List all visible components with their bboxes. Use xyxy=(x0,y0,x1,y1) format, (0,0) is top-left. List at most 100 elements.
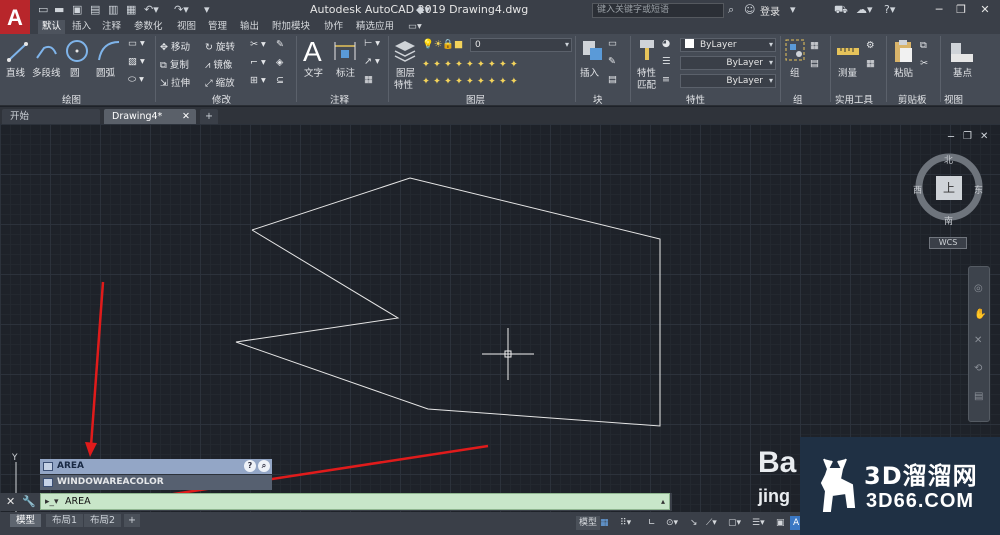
login-dropdown-icon[interactable]: ▾ xyxy=(790,3,796,17)
tab-addins[interactable]: 附加模块 xyxy=(268,20,314,34)
groups-group-label[interactable]: 组 xyxy=(793,92,803,106)
insert-block-icon[interactable] xyxy=(580,38,604,64)
block-group-label[interactable]: 块 xyxy=(593,92,603,106)
dimension-icon[interactable] xyxy=(333,40,357,64)
offset-icon[interactable]: ⊆ xyxy=(276,75,284,86)
ungroup-icon[interactable]: ▦ xyxy=(810,40,819,51)
copy-clip-icon[interactable]: ⧉ xyxy=(920,40,927,51)
quick-access-menu-icon[interactable]: ▾ xyxy=(204,3,210,17)
layer-tools-row1-icons[interactable]: ✦ ✦ ✦ ✦ ✦ ✦ ✦ ✦ ✦ xyxy=(422,59,518,70)
layers-group-label[interactable]: 图层 xyxy=(466,92,485,106)
viewport-restore-icon[interactable]: ❐ xyxy=(963,131,972,142)
utilities-group-label[interactable]: 实用工具 xyxy=(835,92,873,106)
viewcube-top-face[interactable]: 上 xyxy=(936,176,962,200)
layer-properties-label-2[interactable]: 特性 xyxy=(394,77,413,91)
base-point-icon[interactable] xyxy=(948,40,976,64)
layout-tab-layout2[interactable]: 布局2 xyxy=(84,514,122,527)
help-icon[interactable]: ? xyxy=(244,460,256,472)
steering-wheel-icon[interactable]: ◎ xyxy=(974,283,983,294)
leader-icon[interactable]: ↗ ▾ xyxy=(364,56,380,67)
application-menu-button[interactable]: A xyxy=(0,0,30,38)
color-wheel-icon[interactable]: ◕ xyxy=(662,38,670,49)
paste-icon[interactable] xyxy=(892,38,914,64)
layer-tools-row2-icons[interactable]: ✦ ✦ ✦ ✦ ✦ ✦ ✦ ✦ ✦ xyxy=(422,76,518,87)
circle-icon[interactable] xyxy=(64,38,90,64)
create-block-icon[interactable]: ▭ xyxy=(608,38,617,49)
object-snap-tracking-icon[interactable]: ⟋▾ xyxy=(706,516,717,530)
lineweight-dropdown[interactable]: ByLayer ▾ xyxy=(680,74,776,88)
new-file-icon[interactable]: ▭ xyxy=(38,3,48,17)
autocomplete-item-windowareacolor[interactable]: WINDOWAREACOLOR xyxy=(40,475,272,490)
zoom-extents-icon[interactable]: ✕ xyxy=(974,335,982,346)
user-icon[interactable]: ☺ xyxy=(744,3,755,17)
command-line-close-icon[interactable]: ✕ xyxy=(6,495,15,508)
layout-tab-model[interactable]: 模型 xyxy=(10,514,42,527)
viewcube-south[interactable]: 南 xyxy=(944,214,953,227)
restore-icon[interactable]: ❐ xyxy=(952,2,970,17)
fillet-icon[interactable]: ⌐ ▾ xyxy=(250,57,266,68)
linetype-icon[interactable]: ≡ xyxy=(662,74,670,85)
stretch-button[interactable]: ⇲ 拉伸 xyxy=(160,75,190,89)
erase-icon[interactable]: ✎ xyxy=(276,39,284,50)
autocomplete-item-area[interactable]: AREA ? ⌕ xyxy=(40,459,272,474)
tab-extra-icon[interactable]: ▭▾ xyxy=(404,20,426,34)
polyline-icon[interactable] xyxy=(34,40,60,64)
linetype-dropdown[interactable]: ByLayer ▾ xyxy=(680,56,776,70)
multileader-icon[interactable]: ⊢ ▾ xyxy=(364,38,380,49)
edit-block-icon[interactable]: ✎ xyxy=(608,56,616,67)
command-history-icon[interactable]: ▴ xyxy=(661,494,665,509)
navigation-bar[interactable]: ◎ ✋ ✕ ⟲ ▤ xyxy=(968,266,990,422)
rotate-button[interactable]: ↻ 旋转 xyxy=(205,39,235,53)
tab-featured-apps[interactable]: 精选应用 xyxy=(352,20,398,34)
polygon-outline[interactable] xyxy=(235,177,661,427)
help-icon[interactable]: ?▾ xyxy=(884,3,895,17)
orbit-icon[interactable]: ⟲ xyxy=(974,363,982,374)
viewport-minimize-icon[interactable]: ─ xyxy=(948,132,954,143)
snap-icon[interactable]: ⠿▾ xyxy=(620,516,631,530)
viewcube-north[interactable]: 北 xyxy=(944,153,953,166)
layer-state-icons[interactable]: 💡☀🔒■ xyxy=(422,39,463,50)
close-tab-icon[interactable]: ✕ xyxy=(182,109,190,124)
cut-icon[interactable]: ✂ xyxy=(920,58,928,69)
properties-group-label[interactable]: 特性 xyxy=(686,92,705,106)
store-icon[interactable]: ⛟ xyxy=(834,3,848,17)
scale-button[interactable]: ⤢ 缩放 xyxy=(205,75,235,89)
command-line-settings-icon[interactable]: 🔧 xyxy=(22,495,36,508)
color-dropdown[interactable]: ByLayer ▾ xyxy=(680,38,776,52)
match-properties-label-2[interactable]: 匹配 xyxy=(637,77,656,91)
arc-icon[interactable] xyxy=(96,38,122,64)
match-properties-icon[interactable] xyxy=(637,38,659,62)
table-icon[interactable]: ▦ xyxy=(364,74,373,85)
add-layout-button[interactable]: + xyxy=(124,514,140,527)
tab-annotate[interactable]: 注释 xyxy=(98,20,125,34)
command-prompt-icon[interactable]: ▸_▾ xyxy=(45,495,59,510)
measure-icon[interactable] xyxy=(836,40,860,62)
base-point-label[interactable]: 基点 xyxy=(953,65,972,79)
layer-dropdown[interactable]: 0 ▾ xyxy=(470,38,572,52)
file-tab-start[interactable]: 开始 xyxy=(2,109,100,124)
save-icon[interactable]: ▣ xyxy=(72,3,82,17)
polar-icon[interactable]: ⊙▾ xyxy=(666,516,678,530)
redo-icon[interactable]: ↷▾ xyxy=(174,3,189,17)
a360-icon[interactable]: ☁▾ xyxy=(856,3,873,17)
group-label[interactable]: 组 xyxy=(790,65,800,79)
new-tab-button[interactable]: + xyxy=(200,109,218,124)
group-edit-icon[interactable]: ▤ xyxy=(810,58,819,69)
save-as-icon[interactable]: ▤ xyxy=(90,3,100,17)
arc-label[interactable]: 圆弧 xyxy=(96,65,115,79)
quick-select-icon[interactable]: ⚙ xyxy=(866,40,875,51)
tab-collaborate[interactable]: 协作 xyxy=(320,20,347,34)
search-input[interactable]: 键入关键字或短语 xyxy=(592,3,724,18)
object-snap-icon[interactable]: ▢▾ xyxy=(728,516,741,530)
tab-view[interactable]: 视图 xyxy=(173,20,200,34)
ellipse-icon[interactable]: ⬭ ▾ xyxy=(128,74,144,85)
tab-manage[interactable]: 管理 xyxy=(204,20,231,34)
lineweight-toggle-icon[interactable]: ☰▾ xyxy=(752,516,765,530)
measure-label[interactable]: 测量 xyxy=(838,65,857,79)
dimension-label[interactable]: 标注 xyxy=(336,65,355,79)
pan-icon[interactable]: ✋ xyxy=(974,309,986,320)
draw-group-label[interactable]: 绘图 xyxy=(62,92,81,106)
circle-label[interactable]: 圆 xyxy=(70,65,80,79)
trim-icon[interactable]: ✂ ▾ xyxy=(250,39,266,50)
undo-icon[interactable]: ↶▾ xyxy=(144,3,159,17)
